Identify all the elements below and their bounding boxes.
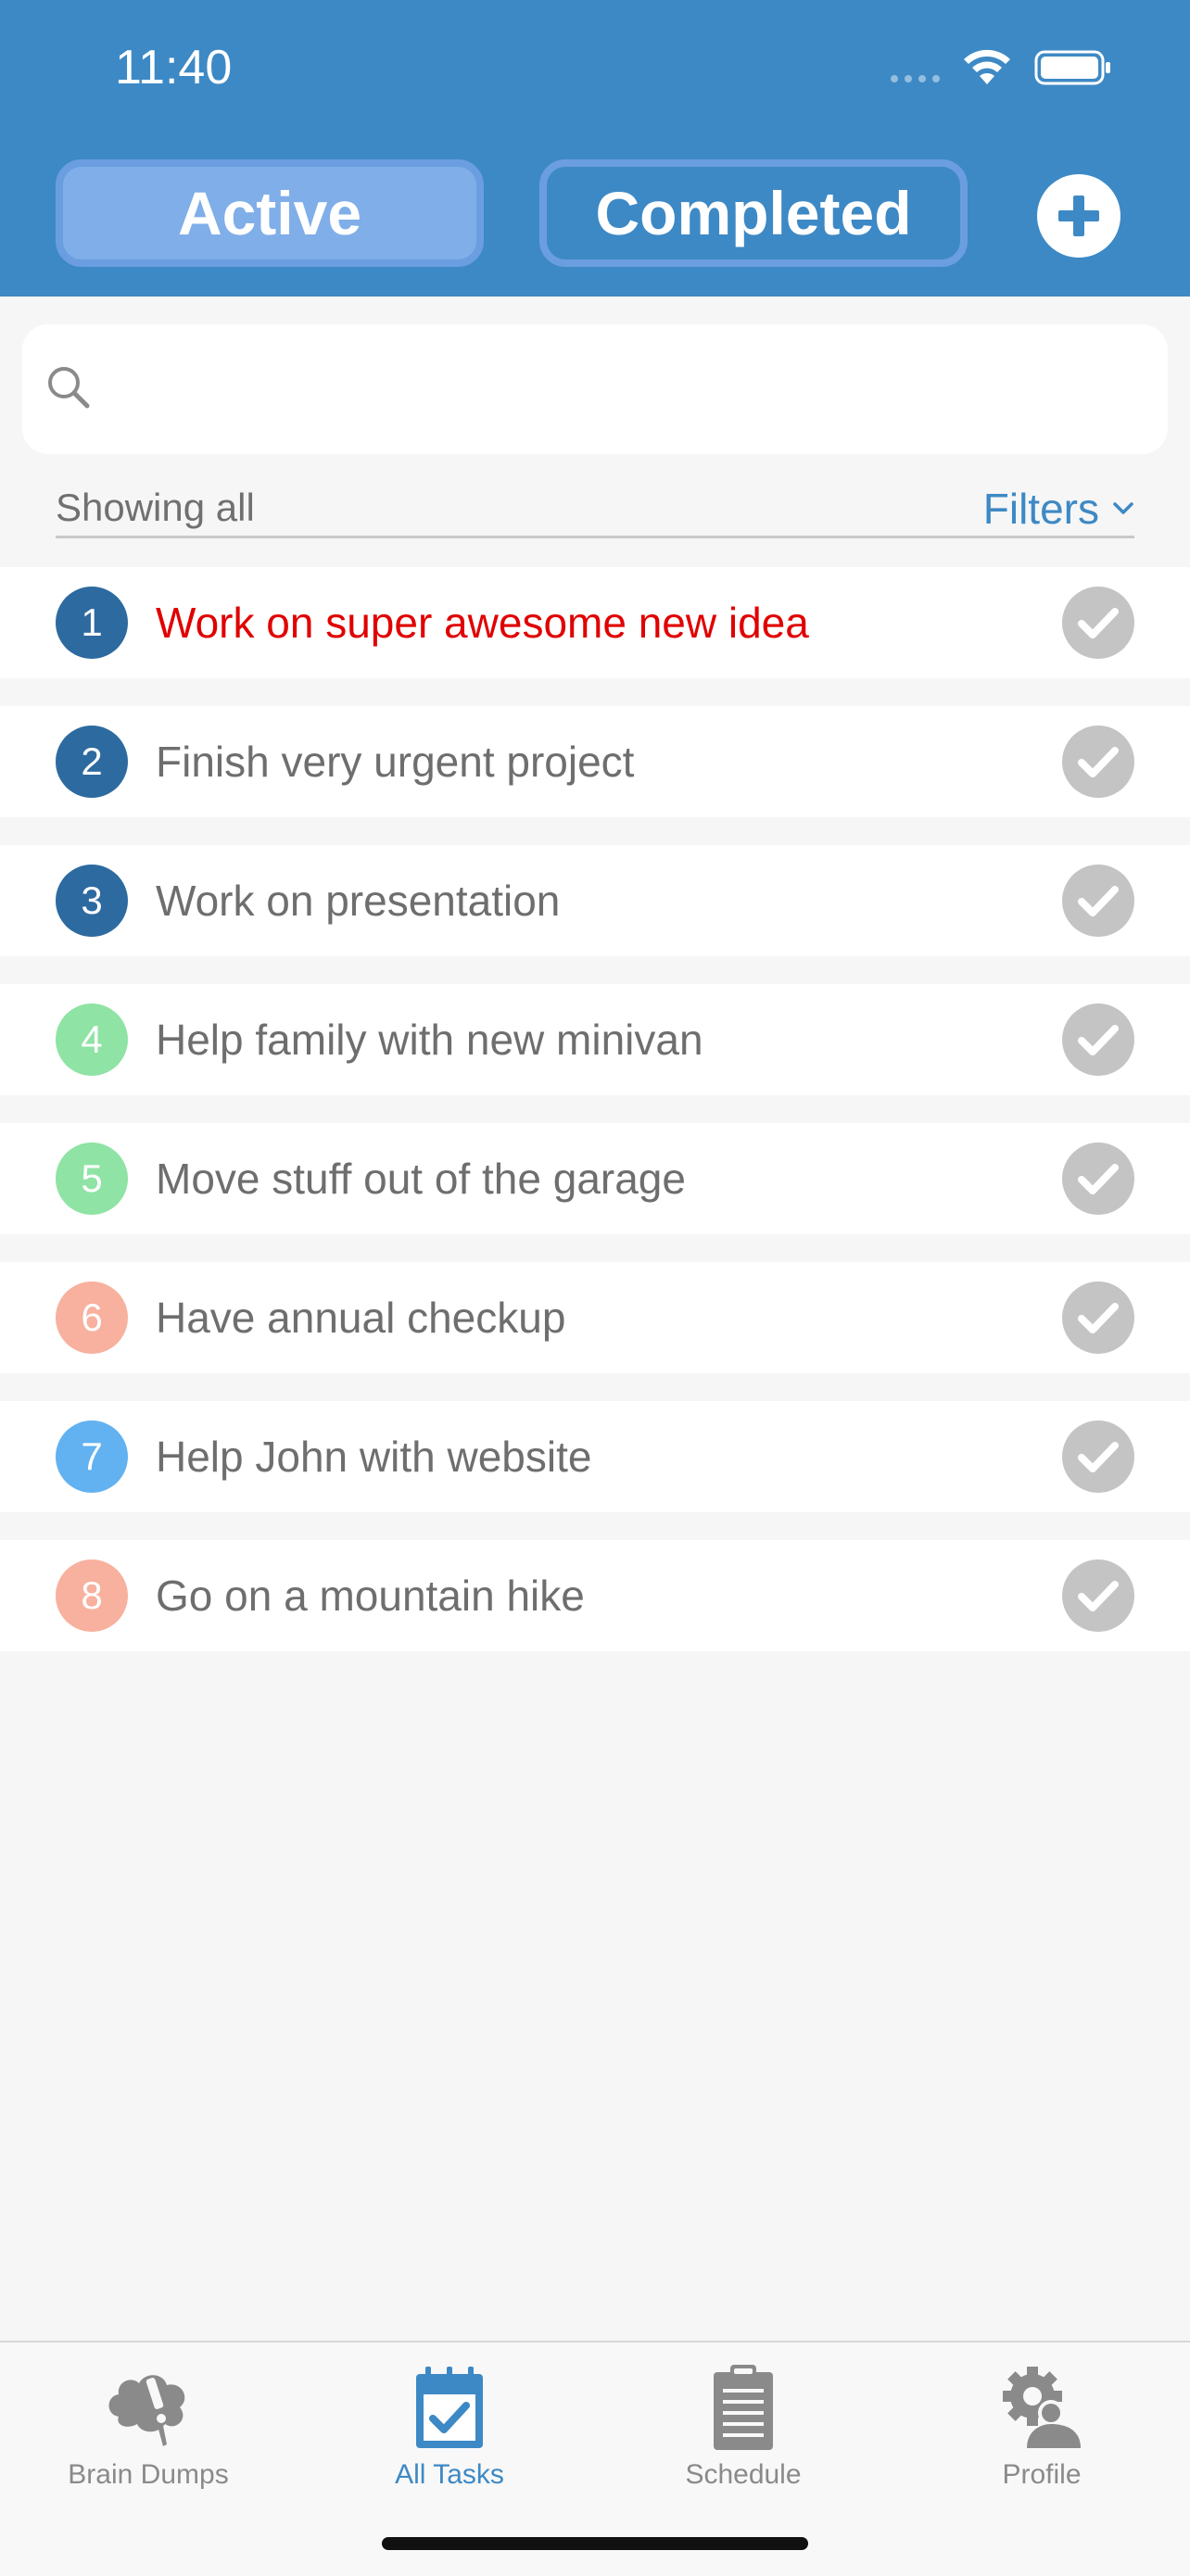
task-row[interactable]: 1 Work on super awesome new idea bbox=[0, 567, 1190, 678]
home-indicator bbox=[382, 2537, 808, 2550]
search-bar[interactable] bbox=[22, 324, 1168, 454]
chevron-down-icon bbox=[1113, 502, 1133, 514]
task-row[interactable]: 7 Help John with website bbox=[0, 1401, 1190, 1512]
task-title: Go on a mountain hike bbox=[156, 1572, 585, 1620]
header: 11:40 Active Completed bbox=[0, 0, 1190, 297]
filters-button[interactable]: Filters bbox=[983, 484, 1134, 534]
task-title: Work on presentation bbox=[156, 877, 561, 925]
task-number-badge: 1 bbox=[56, 587, 128, 659]
complete-check-icon[interactable] bbox=[1062, 587, 1134, 659]
status-time: 11:40 bbox=[115, 41, 233, 95]
tab-label: All Tasks bbox=[395, 2459, 504, 2490]
tab-label: Profile bbox=[1002, 2459, 1082, 2490]
task-row[interactable]: 4 Help family with new minivan bbox=[0, 984, 1190, 1095]
task-number-badge: 2 bbox=[56, 726, 128, 798]
task-row[interactable]: 5 Move stuff out of the garage bbox=[0, 1123, 1190, 1234]
complete-check-icon[interactable] bbox=[1062, 865, 1134, 937]
calendar-check-icon bbox=[416, 2367, 483, 2448]
wifi-icon bbox=[964, 49, 1010, 84]
task-number-badge: 5 bbox=[56, 1143, 128, 1215]
status-indicators bbox=[891, 44, 1112, 91]
task-row[interactable]: 3 Work on presentation bbox=[0, 845, 1190, 956]
tab-all-tasks[interactable]: All Tasks bbox=[320, 2361, 579, 2491]
task-number-badge: 7 bbox=[56, 1421, 128, 1493]
task-row[interactable]: 2 Finish very urgent project bbox=[0, 706, 1190, 817]
tab-profile[interactable]: Profile bbox=[912, 2361, 1171, 2491]
tab-schedule[interactable]: Schedule bbox=[614, 2361, 873, 2491]
complete-check-icon[interactable] bbox=[1062, 1282, 1134, 1354]
add-task-button[interactable] bbox=[1036, 173, 1121, 259]
task-row[interactable]: 6 Have annual checkup bbox=[0, 1262, 1190, 1373]
tab-brain-dumps[interactable]: Brain Dumps bbox=[19, 2361, 278, 2491]
tab-completed[interactable]: Completed bbox=[539, 159, 968, 267]
filters-label: Filters bbox=[982, 485, 1099, 533]
profile-gear-icon bbox=[1003, 2367, 1081, 2448]
complete-check-icon[interactable] bbox=[1062, 1421, 1134, 1493]
tab-label: Schedule bbox=[685, 2459, 802, 2490]
tab-label: Brain Dumps bbox=[68, 2459, 229, 2490]
task-number-badge: 3 bbox=[56, 865, 128, 937]
task-number-badge: 8 bbox=[56, 1559, 128, 1632]
clipboard-icon bbox=[714, 2365, 773, 2450]
complete-check-icon[interactable] bbox=[1062, 1559, 1134, 1632]
task-title: Move stuff out of the garage bbox=[156, 1155, 686, 1203]
showing-label: Showing all bbox=[56, 486, 255, 529]
task-title: Have annual checkup bbox=[156, 1294, 566, 1342]
brain-dump-icon bbox=[108, 2375, 185, 2446]
task-row[interactable]: 8 Go on a mountain hike bbox=[0, 1540, 1190, 1651]
divider bbox=[56, 536, 1134, 538]
task-title: Help John with website bbox=[156, 1433, 592, 1481]
battery-icon bbox=[1034, 50, 1110, 85]
complete-check-icon[interactable] bbox=[1062, 726, 1134, 798]
complete-check-icon[interactable] bbox=[1062, 1143, 1134, 1215]
task-title: Help family with new minivan bbox=[156, 1016, 703, 1064]
complete-check-icon[interactable] bbox=[1062, 1004, 1134, 1076]
task-title: Finish very urgent project bbox=[156, 738, 635, 786]
cellular-signal-icon bbox=[891, 75, 940, 82]
search-icon bbox=[48, 367, 90, 409]
task-number-badge: 4 bbox=[56, 1004, 128, 1076]
task-number-badge: 6 bbox=[56, 1282, 128, 1354]
tab-active[interactable]: Active bbox=[56, 159, 484, 267]
task-title: Work on super awesome new idea bbox=[156, 599, 809, 647]
